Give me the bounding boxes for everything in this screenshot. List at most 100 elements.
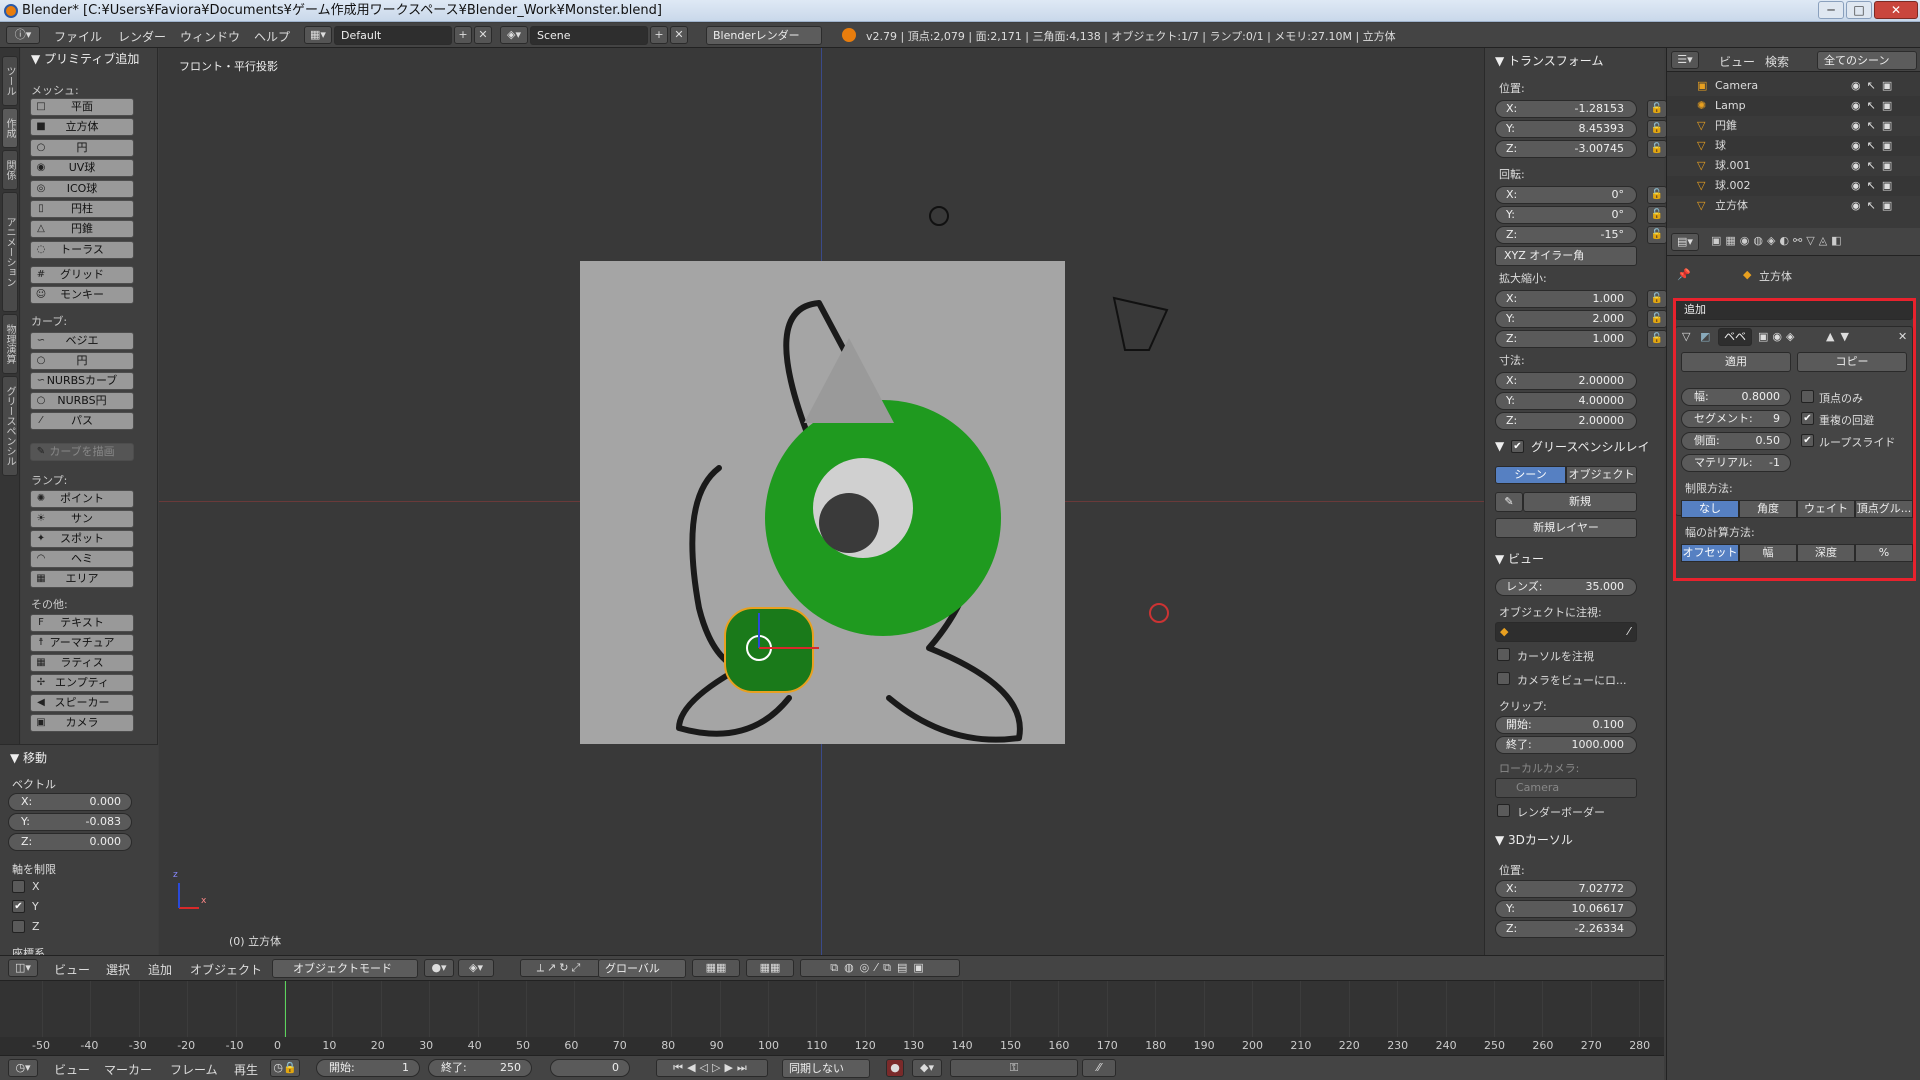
lamp-button-2[interactable]: ✦ スポット (30, 530, 134, 548)
outliner-visibility-icons[interactable]: ◉↖▣ (1851, 156, 1898, 176)
gp-pencil-icon[interactable]: ✎ (1495, 492, 1523, 512)
outliner-item[interactable]: ▽ 球.001 ◉↖▣ (1667, 156, 1920, 176)
sync-mode-selector[interactable]: 同期しない (782, 1059, 870, 1078)
keyframe-icons[interactable]: ◆▾ (912, 1059, 942, 1077)
cursor-y-field[interactable]: Y: 10.06617 (1495, 900, 1637, 918)
curve-button-3[interactable]: ○ NURBS円 (30, 392, 134, 410)
timeline-menu-view[interactable]: ビュー (54, 1061, 90, 1078)
menu-add[interactable]: 追加 (148, 961, 172, 978)
timeline-area[interactable] (0, 981, 1664, 1037)
mode-selector[interactable]: オブジェクトモード (272, 959, 418, 978)
lens-field[interactable]: レンズ: 35.000 (1495, 578, 1637, 596)
lamp-button-3[interactable]: ◠ ヘミ (30, 550, 134, 568)
rotation-x-field[interactable]: X: 0° (1495, 186, 1637, 204)
location-z-field[interactable]: Z: -3.00745 (1495, 140, 1637, 158)
rotation-y-field[interactable]: Y: 0° (1495, 206, 1637, 224)
outliner-visibility-icons[interactable]: ◉↖▣ (1851, 96, 1898, 116)
clip-start-field[interactable]: 開始: 0.100 (1495, 716, 1637, 734)
render-engine-selector[interactable]: Blenderレンダー (706, 26, 822, 45)
scene-remove-icon[interactable]: ✕ (670, 26, 688, 44)
mesh-button-3[interactable]: ◉ UV球 (30, 159, 134, 178)
layout-add-icon[interactable]: + (454, 26, 472, 44)
outliner-item[interactable]: ▽ 立方体 ◉↖▣ (1667, 196, 1920, 216)
scene-add-icon[interactable]: + (650, 26, 668, 44)
lock-cursor-checkbox[interactable] (1497, 648, 1510, 661)
tab-create[interactable]: 作成 (2, 108, 18, 148)
snap-and-render-icons[interactable]: ⧉◍◎⁄⧉▤▣ (800, 959, 960, 977)
lamp-button-0[interactable]: ✺ ポイント (30, 490, 134, 508)
3d-view-editor-icon[interactable]: ◫▾ (8, 959, 38, 977)
outliner-visibility-icons[interactable]: ◉↖▣ (1851, 76, 1898, 96)
manipulator-icons[interactable]: ⟂↗↻⤢ (520, 959, 600, 977)
lock-camera-checkbox[interactable] (1497, 672, 1510, 685)
current-frame-field[interactable]: 0 (550, 1059, 630, 1077)
other-button-1[interactable]: ☨ アーマチュア (30, 634, 134, 652)
scale-x-lock-icon[interactable]: 🔓 (1647, 290, 1667, 308)
tab-relations[interactable]: 関係 (2, 150, 18, 190)
scene-icon[interactable]: ◈▾ (500, 26, 528, 44)
layout-selector[interactable]: Default (334, 26, 452, 45)
outliner-search-menu[interactable]: 検索 (1765, 53, 1789, 70)
maximize-button[interactable]: □ (1846, 1, 1872, 19)
outliner-editor-icon[interactable]: ☰▾ (1671, 51, 1699, 69)
mesh-button-6[interactable]: △ 円錐 (30, 220, 134, 239)
3d-cursor-icon[interactable] (1149, 603, 1169, 623)
outliner-visibility-icons[interactable]: ◉↖▣ (1851, 176, 1898, 196)
outliner-visibility-icons[interactable]: ◉↖▣ (1851, 136, 1898, 156)
scale-y-lock-icon[interactable]: 🔓 (1647, 310, 1667, 328)
3d-cursor-header[interactable]: ▼ 3Dカーソル (1495, 831, 1573, 848)
scale-y-field[interactable]: Y: 2.000 (1495, 310, 1637, 328)
scale-z-lock-icon[interactable]: 🔓 (1647, 330, 1667, 348)
grease-pencil-collapse[interactable]: ▼ (1495, 439, 1504, 453)
menu-render[interactable]: レンダー (118, 28, 166, 45)
gp-new-layer-button[interactable]: 新規レイヤー (1495, 518, 1637, 538)
properties-editor-icon[interactable]: ▤▾ (1671, 233, 1699, 251)
timeline-editor-icon[interactable]: ◷▾ (8, 1059, 38, 1077)
curve-button-2[interactable]: ∽ NURBSカーブ (30, 372, 134, 390)
scene-drawing[interactable] (159, 48, 1484, 955)
tab-grease-pencil[interactable]: グリースペンシル (2, 376, 18, 476)
other-button-5[interactable]: ▣ カメラ (30, 714, 134, 732)
timeline-menu-frame[interactable]: フレーム (170, 1061, 218, 1078)
dimensions-x-field[interactable]: X: 2.00000 (1495, 372, 1637, 390)
location-y-field[interactable]: Y: 8.45393 (1495, 120, 1637, 138)
menu-object[interactable]: オブジェクト (190, 961, 262, 978)
minimize-button[interactable]: ─ (1818, 1, 1844, 19)
outliner-item[interactable]: ▽ 球 ◉↖▣ (1667, 136, 1920, 156)
location-z-lock-icon[interactable]: 🔓 (1647, 140, 1667, 158)
transform-header[interactable]: ▼ トランスフォーム (1495, 52, 1603, 69)
layers-right-icon[interactable]: ▦▦ (746, 959, 794, 977)
curve-button-0[interactable]: ∽ ベジエ (30, 332, 134, 350)
grease-pencil-toggle[interactable]: ✔ (1511, 440, 1524, 453)
rotation-z-field[interactable]: Z: -15° (1495, 226, 1637, 244)
constrain-y-checkbox[interactable]: ✔ (12, 900, 25, 913)
lamp-button-4[interactable]: ▦ エリア (30, 570, 134, 588)
location-x-field[interactable]: X: -1.28153 (1495, 100, 1637, 118)
menu-view[interactable]: ビュー (54, 961, 90, 978)
other-button-0[interactable]: F テキスト (30, 614, 134, 632)
draw-curve-button[interactable]: ✎ カーブを描画 (30, 443, 134, 461)
other-button-2[interactable]: ▦ ラティス (30, 654, 134, 672)
cursor-x-field[interactable]: X: 7.02772 (1495, 880, 1637, 898)
rotation-mode-selector[interactable]: XYZ オイラー角 (1495, 246, 1637, 266)
dimensions-y-field[interactable]: Y: 4.00000 (1495, 392, 1637, 410)
gp-object-tab[interactable]: オブジェクト (1566, 466, 1637, 484)
curve-button-4[interactable]: ⁄ パス (30, 412, 134, 430)
tab-animation[interactable]: アニメーション (2, 192, 18, 312)
vector-x-field[interactable]: X: 0.000 (8, 793, 132, 811)
layout-icon[interactable]: ▦▾ (304, 26, 332, 44)
tab-physics[interactable]: 物理演算 (2, 314, 18, 374)
scale-z-field[interactable]: Z: 1.000 (1495, 330, 1637, 348)
shading-icon[interactable]: ●▾ (424, 959, 454, 977)
menu-select[interactable]: 選択 (106, 961, 130, 978)
insert-keyframe-icons[interactable]: ⁄⁄ (1082, 1059, 1116, 1077)
outliner-visibility-icons[interactable]: ◉↖▣ (1851, 116, 1898, 136)
render-border-checkbox[interactable] (1497, 804, 1510, 817)
move-header[interactable]: ▼ 移動 (10, 749, 47, 766)
layout-remove-icon[interactable]: ✕ (474, 26, 492, 44)
rotation-x-lock-icon[interactable]: 🔓 (1647, 186, 1667, 204)
timeline[interactable]: -50 -40 -30 -20 -10 0 10 20 30 40 50 60 70 80 90 100 110… (0, 981, 1664, 1055)
orientation-selector[interactable]: グローバル (598, 959, 686, 978)
mesh-button-4[interactable]: ◎ ICO球 (30, 179, 134, 198)
lamp-button-1[interactable]: ☀ サン (30, 510, 134, 528)
